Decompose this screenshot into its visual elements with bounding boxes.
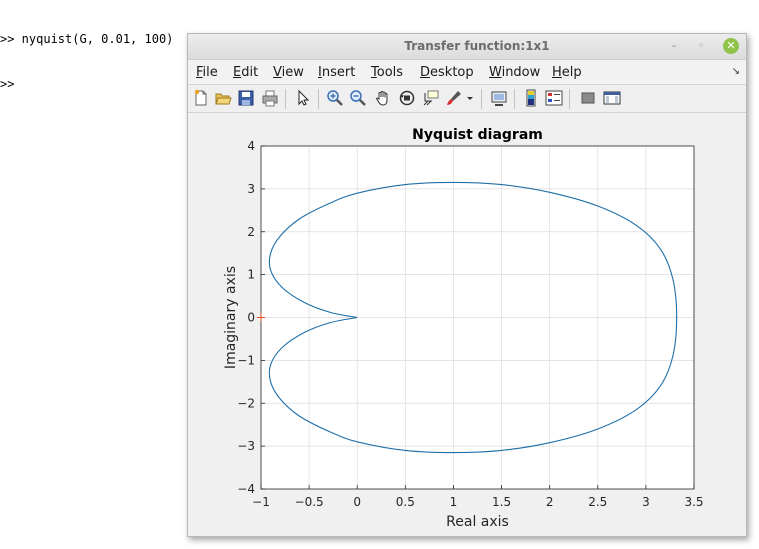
toolbar-separator	[514, 89, 515, 109]
zoom-in-icon[interactable]	[326, 89, 344, 107]
command-window[interactable]: >> nyquist(G, 0.01, 100) >>	[0, 2, 173, 107]
y-tick-label: −1	[237, 353, 255, 367]
chart-title: Nyquist diagram	[412, 127, 543, 143]
y-tick-label: 2	[247, 225, 255, 239]
show-plot-tools-icon[interactable]	[603, 89, 621, 107]
brush-icon[interactable]	[445, 89, 463, 107]
link-plot-icon[interactable]	[490, 89, 508, 107]
figure-canvas[interactable]: −1 −0.5 0 0.5 1 1.5 2 2.5 3 3.5 4 3 2 1 0 −1 −2 −3 −4 Nyqu…	[188, 114, 746, 536]
open-file-icon[interactable]	[214, 89, 232, 107]
menu-tools[interactable]: Tools	[371, 65, 403, 80]
x-tick-label: 2.5	[588, 495, 607, 509]
figure-window[interactable]: Transfer function:1x1 – ◦ ✕ File Edit Vi…	[187, 33, 747, 537]
menu-overflow-icon[interactable]: ↘	[732, 66, 740, 77]
save-icon[interactable]	[237, 89, 255, 107]
toolbar-separator	[318, 89, 319, 109]
y-tick-label: −3	[237, 439, 255, 453]
x-tick-label: −1	[252, 495, 270, 509]
pointer-icon[interactable]	[294, 89, 312, 107]
x-tick-label: 3.5	[684, 495, 703, 509]
menu-edit[interactable]: Edit	[233, 65, 258, 80]
menu-insert[interactable]: Insert	[318, 65, 355, 80]
menu-help[interactable]: Help	[552, 65, 582, 80]
nyquist-chart[interactable]: −1 −0.5 0 0.5 1 1.5 2 2.5 3 3.5 4 3 2 1 0 −1 −2 −3 −4 Nyqu…	[188, 114, 746, 536]
y-tick-label: 0	[247, 311, 255, 325]
maximize-button[interactable]: ◦	[693, 38, 709, 54]
print-icon[interactable]	[261, 89, 279, 107]
x-tick-label: 0.5	[396, 495, 415, 509]
minimize-button[interactable]: –	[666, 38, 682, 54]
colorbar-icon[interactable]	[522, 89, 540, 107]
toolbar-separator	[481, 89, 482, 109]
new-figure-icon[interactable]	[192, 89, 210, 107]
console-line-command: >> nyquist(G, 0.01, 100)	[0, 32, 174, 46]
x-tick-label: −0.5	[295, 495, 324, 509]
x-tick-label: 0	[353, 495, 361, 509]
y-tick-label: 4	[247, 139, 255, 153]
y-tick-label: −4	[237, 482, 255, 496]
x-tick-label: 1	[450, 495, 458, 509]
toolbar-separator	[285, 89, 286, 109]
data-cursor-icon[interactable]	[422, 89, 440, 107]
y-tick-label: 3	[247, 182, 255, 196]
figure-toolbar	[188, 85, 746, 113]
legend-icon[interactable]	[545, 89, 563, 107]
title-bar[interactable]: Transfer function:1x1 – ◦ ✕	[188, 34, 746, 60]
y-tick-label: 1	[247, 268, 255, 282]
menu-desktop[interactable]: Desktop	[420, 65, 474, 80]
x-axis-label: Real axis	[446, 514, 509, 530]
pan-hand-icon[interactable]	[374, 89, 392, 107]
toolbar-separator	[569, 89, 570, 109]
y-tick-label: −2	[237, 396, 255, 410]
menu-window[interactable]: Window	[489, 65, 540, 80]
console-prompt[interactable]: >>	[0, 77, 173, 92]
close-button[interactable]: ✕	[723, 38, 739, 54]
x-tick-label: 2	[546, 495, 554, 509]
zoom-out-icon[interactable]	[349, 89, 367, 107]
menu-view[interactable]: View	[273, 65, 304, 80]
menu-bar: File Edit View Insert Tools Desktop Wind…	[188, 60, 746, 85]
menu-file[interactable]: File	[196, 65, 218, 80]
y-axis-label: Imaginary axis	[223, 266, 239, 369]
rotate-3d-icon[interactable]	[398, 89, 416, 107]
x-tick-label: 1.5	[492, 495, 511, 509]
hide-plot-tools-icon[interactable]	[579, 89, 597, 107]
x-tick-label: 3	[642, 495, 650, 509]
dropdown-arrow-icon[interactable]	[465, 89, 475, 107]
